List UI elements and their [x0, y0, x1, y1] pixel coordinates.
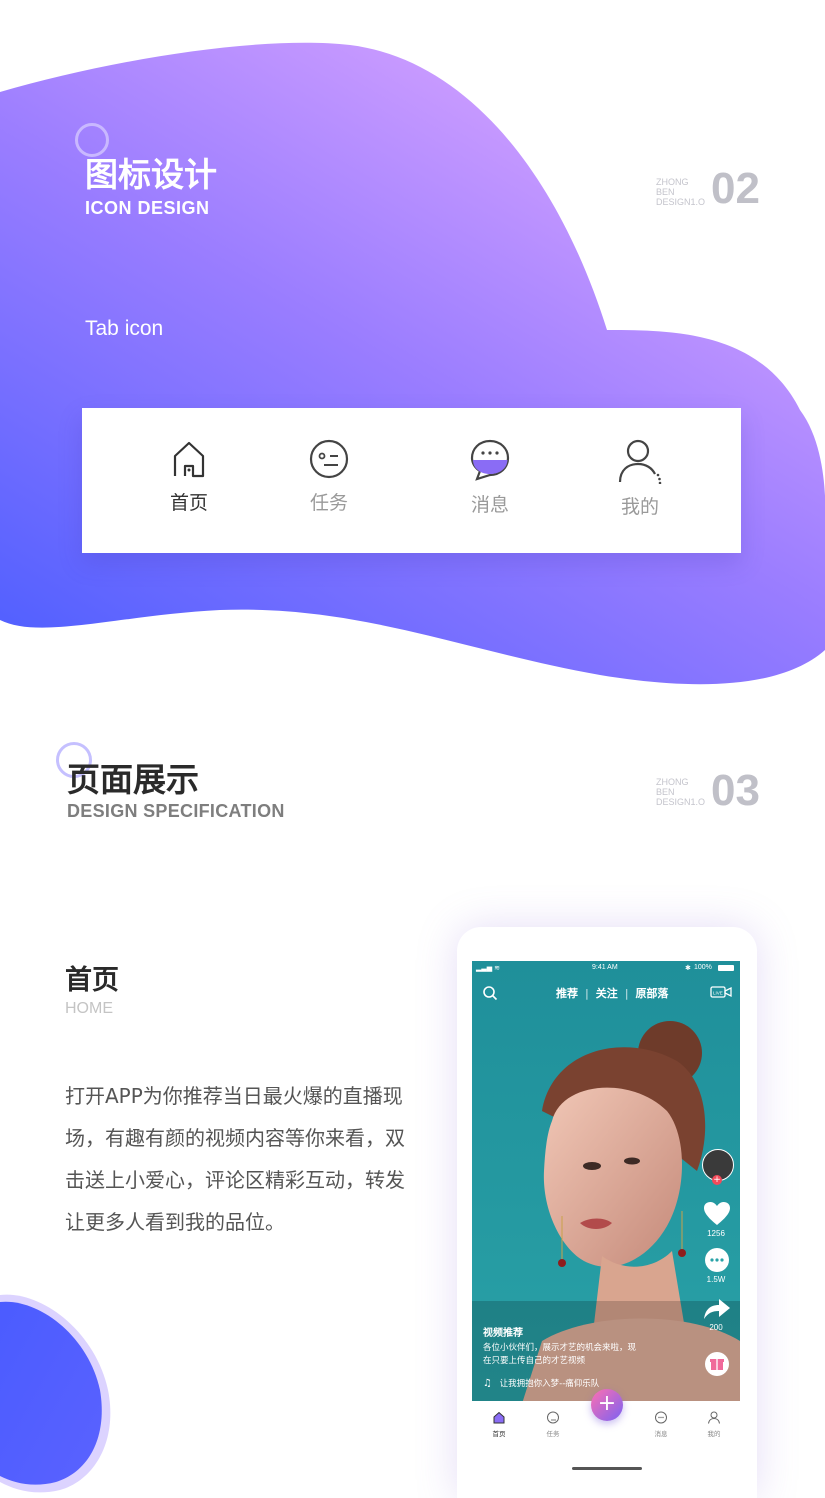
share-count: 200	[709, 1323, 723, 1332]
section-subtitle: Tab icon	[85, 317, 164, 340]
section-title-zh: 页面展示	[67, 760, 199, 799]
top-tabs: 推荐 | 关注 | 原部落	[556, 987, 669, 1000]
status-bar: ▂▃▅ ≋ 9:41 AM ✱ 100%	[472, 963, 740, 977]
svg-text:LIVE: LIVE	[713, 991, 723, 996]
section-title-en: ICON DESIGN	[85, 198, 210, 218]
section-number: 03	[711, 766, 760, 815]
gradient-blob-background	[0, 42, 825, 685]
live-camera-icon[interactable]: LIVE	[710, 985, 732, 999]
home-title-en: HOME	[65, 1000, 113, 1017]
phone-tab-task[interactable]: 任务	[540, 1409, 566, 1438]
home-icon	[493, 1411, 505, 1424]
tab-follow[interactable]: 关注	[596, 987, 618, 1000]
comment-icon[interactable]	[704, 1247, 730, 1273]
tab-label: 我的	[620, 496, 659, 518]
section-title-zh: 图标设计	[85, 155, 217, 194]
task-face-icon	[309, 439, 349, 479]
battery-text: 100%	[694, 964, 712, 971]
user-icon	[618, 439, 662, 484]
tab-recommend[interactable]: 推荐	[556, 987, 578, 1000]
home-indicator	[572, 1467, 642, 1470]
section-number: 02	[711, 164, 760, 213]
section-code: ZHONG BEN DESIGN1.O	[656, 177, 706, 207]
status-time: 9:41 AM	[592, 964, 618, 971]
user-icon	[708, 1411, 720, 1424]
search-icon[interactable]	[482, 985, 498, 1001]
task-face-icon	[547, 1411, 559, 1424]
like-count: 1256	[707, 1229, 725, 1238]
share-icon[interactable]	[703, 1297, 731, 1321]
tab-label: 首页	[169, 492, 208, 514]
bluetooth-icon: ✱	[685, 965, 691, 972]
section-code: ZHONG BEN DESIGN1.O	[656, 777, 706, 807]
phone-screen: ▂▃▅ ≋ 9:41 AM ✱ 100% 推荐 | 关注 | 原部落 LIVE …	[472, 961, 740, 1435]
publish-plus-button[interactable]: +	[591, 1389, 623, 1421]
tab-task[interactable]: 任务	[279, 438, 379, 515]
home-title: 首页	[65, 965, 119, 996]
heart-icon[interactable]	[703, 1201, 731, 1227]
battery-icon	[718, 965, 734, 971]
signal-icon: ▂▃▅ ≋	[476, 965, 500, 972]
tab-message[interactable]: 消息	[440, 438, 540, 517]
phone-tabbar: 首页 任务 + 消息 我的	[472, 1389, 740, 1441]
follow-plus-icon[interactable]: +	[712, 1175, 722, 1185]
video-description: 各位小伙伴们，展示才艺的机会来啦，现 在只要上传自己的才艺视频	[483, 1343, 637, 1366]
tab-mine[interactable]: 我的	[590, 438, 690, 519]
gift-icon[interactable]	[704, 1351, 730, 1377]
message-bubble-icon	[470, 439, 510, 481]
phone-tab-mine[interactable]: 我的	[701, 1409, 727, 1438]
phone-tab-home[interactable]: 首页	[486, 1409, 512, 1438]
tab-label: 消息	[470, 494, 509, 516]
tab-home[interactable]: 首页	[139, 438, 239, 515]
phone-mockup: ▂▃▅ ≋ 9:41 AM ✱ 100% 推荐 | 关注 | 原部落 LIVE …	[457, 927, 757, 1498]
music-title: 让我拥抱你入梦--痛仰乐队	[499, 1379, 600, 1389]
music-row: ♫ 让我拥抱你入梦--痛仰乐队	[483, 1377, 599, 1389]
tab-icon-showcase: 首页 任务 消息 我的	[82, 408, 741, 553]
decor-blob	[0, 1294, 111, 1493]
home-description: 打开APP为你推荐当日最火爆的直播现 场，有趣有颜的视频内容等你来看，双 击送上…	[65, 1084, 405, 1234]
section-title-en: DESIGN SPECIFICATION	[67, 801, 285, 821]
phone-tab-message[interactable]: 消息	[648, 1409, 674, 1438]
home-icon	[173, 441, 205, 478]
music-note-icon: ♫	[483, 1378, 492, 1389]
tab-tribe[interactable]: 原部落	[635, 987, 668, 1000]
message-bubble-icon	[655, 1411, 667, 1424]
video-title: 视频推荐	[483, 1328, 523, 1339]
comment-count: 1.5W	[706, 1275, 726, 1284]
tab-label: 任务	[309, 492, 348, 514]
